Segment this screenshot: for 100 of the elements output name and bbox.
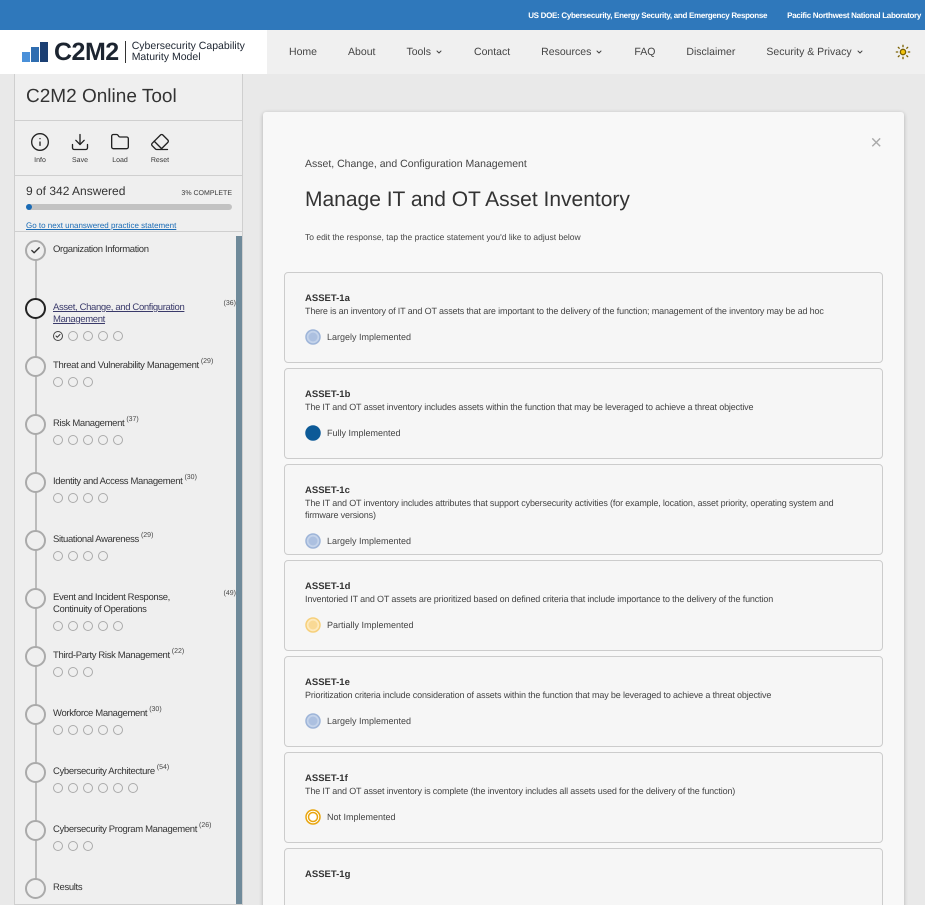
practice-card[interactable]: ASSET-1b The IT and OT asset inventory includes assets within the function that may be leveraged to achieve a threat objective Fully Implemented xyxy=(284,368,883,459)
practice-dot[interactable] xyxy=(53,667,63,677)
response-label: Fully Implemented xyxy=(327,428,401,438)
practice-card[interactable]: ASSET-1d Inventoried IT and OT assets are prioritized based on defined criteria that include importance to the delivery of the function Partially Implemented xyxy=(284,560,883,651)
nav-link[interactable]: Contact xyxy=(474,46,510,58)
practice-dot[interactable] xyxy=(68,841,78,851)
practice-card[interactable]: ASSET-1f The IT and OT asset inventory is complete (the inventory includes all assets used for the delivery of the function) Not Implemented xyxy=(284,752,883,843)
practice-dot[interactable] xyxy=(98,621,108,631)
practice-statement: Prioritization criteria include consideration of assets within the function that may be leveraged to achieve a threat objective xyxy=(305,689,772,701)
practice-statement: There is an inventory of IT and OT assets that are important to the delivery of the function; management of the inventory may be ad hoc xyxy=(305,305,825,317)
nav-link[interactable]: Security & Privacy xyxy=(766,46,864,58)
practice-dot[interactable] xyxy=(113,783,123,793)
practice-dot[interactable] xyxy=(83,551,93,561)
check-icon xyxy=(30,245,41,256)
practice-id: ASSET-1f xyxy=(305,773,349,784)
status-radio-icon[interactable] xyxy=(305,809,321,825)
response-label: Largely Implemented xyxy=(327,536,412,546)
instruction-text: To edit the response, tap the practice statement you'd like to adjust below xyxy=(305,232,582,242)
practice-dot[interactable] xyxy=(68,667,78,677)
practice-dot[interactable] xyxy=(113,435,123,445)
step-link[interactable]: Risk Management xyxy=(53,418,124,430)
step-link[interactable]: Cybersecurity Architecture xyxy=(53,766,155,778)
practice-dot[interactable] xyxy=(53,783,63,793)
practice-dot[interactable] xyxy=(53,435,63,445)
practice-dot[interactable] xyxy=(53,331,63,341)
practice-dot[interactable] xyxy=(53,725,63,735)
status-radio-icon[interactable] xyxy=(305,425,321,441)
step-link[interactable]: Cybersecurity Program Management xyxy=(53,824,198,836)
practice-dot[interactable] xyxy=(98,783,108,793)
header-link[interactable]: US DOE: Cybersecurity, Energy Security, and Emergency Response xyxy=(528,10,768,20)
step-link[interactable]: Results xyxy=(53,882,82,894)
practice-dot[interactable] xyxy=(53,621,63,631)
practice-dot[interactable] xyxy=(68,551,78,561)
practice-dot[interactable] xyxy=(128,783,138,793)
nav-link[interactable]: Resources xyxy=(541,46,604,58)
practice-dot[interactable] xyxy=(68,783,78,793)
step-link[interactable]: Identity and Access Management xyxy=(53,476,182,488)
answered-count: 9 of 342 Answered xyxy=(26,184,126,198)
nav-link[interactable]: Home xyxy=(289,46,318,58)
practice-dot[interactable] xyxy=(53,377,63,387)
practice-dot[interactable] xyxy=(68,331,78,341)
step-link[interactable]: Situational Awareness xyxy=(53,534,139,546)
download-icon xyxy=(70,132,90,152)
domain-name: Asset, Change, and Configuration Management xyxy=(305,158,528,170)
practice-dot[interactable] xyxy=(83,783,93,793)
practice-dot[interactable] xyxy=(83,841,93,851)
step-link[interactable]: Threat and Vulnerability Management xyxy=(53,360,199,372)
practice-id: ASSET-1b xyxy=(305,389,352,400)
step-link[interactable]: Workforce Management xyxy=(53,708,148,720)
info-icon xyxy=(30,132,50,152)
practice-dot[interactable] xyxy=(98,493,108,503)
response-label: Largely Implemented xyxy=(327,716,412,726)
practice-card[interactable]: ASSET-1e Prioritization criteria include consideration of assets within the function that may be leveraged to achieve a threat objective Largely Implemented xyxy=(284,656,883,747)
step-link[interactable]: Organization Information xyxy=(53,244,149,256)
practice-id: ASSET-1a xyxy=(305,293,351,304)
step-link[interactable]: Event and Incident Response, Continuity of Operations xyxy=(53,592,208,616)
practice-dot[interactable] xyxy=(98,331,108,341)
status-radio-icon[interactable] xyxy=(305,329,321,345)
logo[interactable]: C2M2 Cybersecurity Capability Maturity Model xyxy=(0,30,267,74)
practice-dot[interactable] xyxy=(68,621,78,631)
practice-dot[interactable] xyxy=(83,493,93,503)
nav-link[interactable]: FAQ xyxy=(634,46,656,58)
response-label: Largely Implemented xyxy=(327,332,412,342)
practice-dot[interactable] xyxy=(98,551,108,561)
nav-link[interactable]: Tools xyxy=(406,46,443,58)
practice-card[interactable]: ASSET-1g xyxy=(284,848,883,905)
practice-dot[interactable] xyxy=(83,621,93,631)
practice-dot[interactable] xyxy=(113,331,123,341)
practice-dot[interactable] xyxy=(113,621,123,631)
practice-dot[interactable] xyxy=(83,725,93,735)
practice-dot[interactable] xyxy=(53,493,63,503)
practice-dot[interactable] xyxy=(53,841,63,851)
practice-card[interactable]: ASSET-1c The IT and OT inventory includes attributes that support cybersecurity activities (for example, location, asset priority, operating system and firmware versions) Largely Implemented xyxy=(284,464,883,555)
status-radio-icon[interactable] xyxy=(305,533,321,549)
practice-id: ASSET-1d xyxy=(305,581,352,592)
practice-dot[interactable] xyxy=(83,377,93,387)
header-link[interactable]: Pacific Northwest National Laboratory xyxy=(787,10,921,20)
practice-dot[interactable] xyxy=(68,435,78,445)
status-radio-icon[interactable] xyxy=(305,713,321,729)
caret-icon xyxy=(595,48,604,56)
practice-dot[interactable] xyxy=(68,493,78,503)
practice-dot[interactable] xyxy=(53,551,63,561)
practice-dot[interactable] xyxy=(98,725,108,735)
practice-dot[interactable] xyxy=(98,435,108,445)
practice-dot[interactable] xyxy=(68,377,78,387)
practice-id: ASSET-1c xyxy=(305,485,351,496)
step-link[interactable]: Third-Party Risk Management xyxy=(53,650,170,662)
sun-icon[interactable] xyxy=(894,44,911,60)
practice-dot[interactable] xyxy=(113,725,123,735)
nav-link[interactable]: About xyxy=(348,46,376,58)
practice-dot[interactable] xyxy=(83,667,93,677)
scrollbar[interactable] xyxy=(236,236,242,904)
practice-statement: Inventoried IT and OT assets are prioritized based on defined criteria that include importance to the delivery of the function xyxy=(305,593,774,605)
practice-dot[interactable] xyxy=(83,331,93,341)
practice-card[interactable]: ASSET-1a There is an inventory of IT and OT assets that are important to the delivery of the function; management of the inventory may be ad hoc Largely Implemented xyxy=(284,272,883,363)
step-link[interactable]: Asset, Change, and Configuration Management xyxy=(53,302,208,326)
practice-dot[interactable] xyxy=(83,435,93,445)
practice-dot[interactable] xyxy=(68,725,78,735)
next-unanswered-link[interactable]: Go to next unanswered practice statement xyxy=(26,221,176,230)
nav-link[interactable]: Disclaimer xyxy=(686,46,736,58)
